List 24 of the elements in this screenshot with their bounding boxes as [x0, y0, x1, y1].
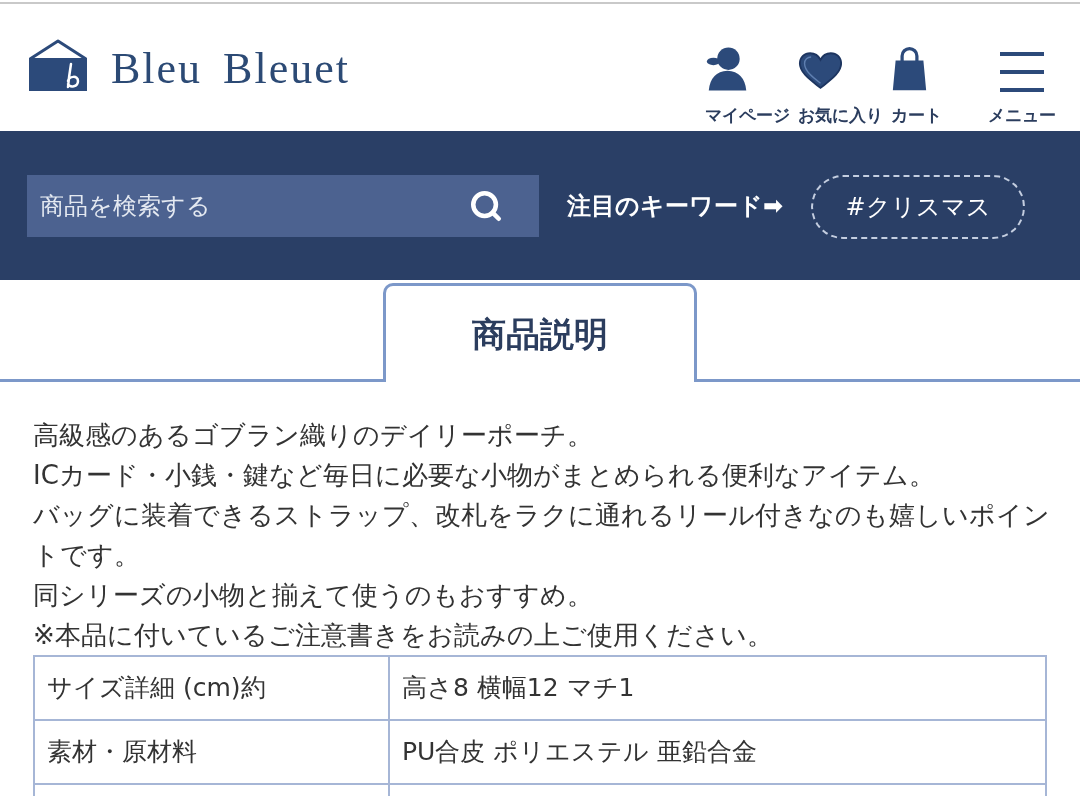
description-text: 高級感のあるゴブラン織りのデイリーポーチ。: [33, 419, 594, 452]
search-field[interactable]: 商品を検索する: [27, 175, 539, 237]
description-text: バッグに装着できるストラップ、改札をラクに通れるリール付きなのも嬉しいポイントです。: [33, 499, 1051, 572]
logo-icon: [27, 38, 89, 92]
description-text: ICカード・小銭・鍵など毎日に必要な小物がまとめられる便利なアイテム。: [33, 459, 936, 492]
search-icon: [469, 189, 503, 223]
search-button[interactable]: [469, 189, 503, 223]
keyword-tag[interactable]: #クリスマス: [811, 175, 1026, 239]
spec-label: 素材・原材料: [47, 737, 197, 767]
spec-label: サイズ詳細 (cm)約: [47, 673, 266, 703]
featured-keywords-label: 注目のキーワード➡: [567, 191, 784, 221]
menu-icon: [1000, 52, 1044, 92]
header-nav-button[interactable]: お気に入り: [798, 44, 883, 126]
brand-name: Bleu Bleuet: [111, 47, 350, 91]
spec-value: PU合皮 ポリエステル 亜鉛合金: [402, 737, 758, 767]
spec-value: 高さ8 横幅12 マチ1: [402, 673, 635, 703]
description-text: 同シリーズの小物と揃えて使うのもおすすめ。: [33, 579, 594, 612]
header-nav-button[interactable]: カート: [891, 44, 942, 126]
header-nav-button[interactable]: メニュー: [988, 44, 1056, 126]
tab[interactable]: 商品説明: [383, 283, 697, 382]
shopping-bag-icon: [891, 44, 928, 92]
heart-icon: [798, 52, 843, 90]
header-nav-button[interactable]: マイページ: [705, 44, 790, 126]
description-text: ※本品に付いているご注意書きをお読みの上ご使用ください。: [33, 619, 774, 652]
